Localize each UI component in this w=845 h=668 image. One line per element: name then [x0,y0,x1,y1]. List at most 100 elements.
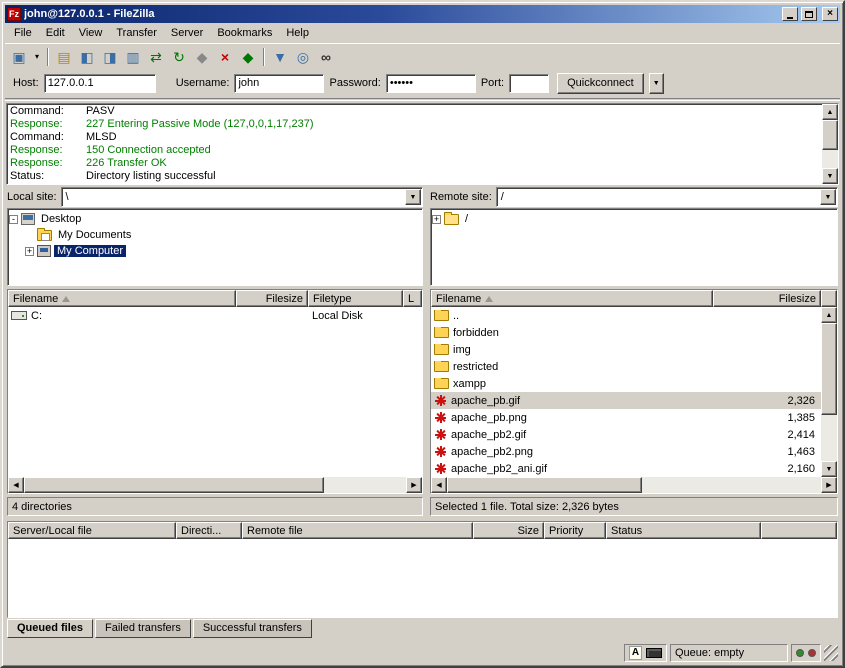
scroll-up-icon[interactable]: ▲ [821,307,837,323]
tree-item-my-documents[interactable]: My Documents [9,227,421,243]
binary-type-icon[interactable] [646,648,662,658]
file-type: Local Disk [308,310,403,322]
desktop-icon [21,213,35,225]
remote-file-row[interactable]: apache_pb2_ani.gif 2,160 [431,460,821,477]
remote-file-row[interactable]: xampp [431,375,821,392]
scroll-track[interactable] [822,120,838,168]
scroll-left-icon[interactable]: ◀ [8,477,24,493]
tree-item-desktop[interactable]: - Desktop [9,211,421,227]
scroll-track[interactable] [447,477,821,493]
resize-grip[interactable] [824,645,838,661]
minimize-button[interactable] [782,7,798,21]
username-input[interactable] [234,74,324,93]
host-input[interactable] [44,74,156,93]
menu-bookmarks[interactable]: Bookmarks [210,24,279,42]
remote-file-row[interactable]: restricted [431,358,821,375]
transfer-queue: Server/Local file Directi... Remote file… [7,521,838,618]
expand-icon[interactable]: + [432,215,441,224]
quickconnect-button[interactable]: Quickconnect [557,73,644,94]
remote-site-combobox[interactable]: / ▼ [496,187,838,207]
folder-icon [434,310,449,321]
remote-vertical-scrollbar[interactable]: ▲ ▼ [821,307,837,477]
tab-queued-files[interactable]: Queued files [7,619,93,638]
menu-server[interactable]: Server [164,24,210,42]
remote-horizontal-scrollbar[interactable]: ◀ ▶ [431,477,837,493]
refresh-icon[interactable]: ⇄ [145,46,167,68]
titlebar[interactable]: Fz john@127.0.0.1 - FileZilla × [5,5,840,23]
column-header-filetype[interactable]: Filetype [308,290,403,307]
password-input[interactable] [386,74,476,93]
process-queue-icon[interactable]: ↻ [168,46,190,68]
column-header-filename[interactable]: Filename [8,290,236,307]
remote-file-row[interactable]: apache_pb.png 1,385 [431,409,821,426]
log-vertical-scrollbar[interactable]: ▲ ▼ [822,104,838,184]
transfer-queue-icon[interactable]: ▥ [122,46,144,68]
tab-failed-transfers[interactable]: Failed transfers [95,619,191,638]
scroll-thumb[interactable] [447,477,642,493]
quickconnect-dropdown-icon[interactable]: ▼ [649,73,664,94]
queue-body[interactable] [8,539,837,617]
column-header-direction[interactable]: Directi... [176,522,242,539]
remote-file-row[interactable]: .. [431,307,821,324]
scroll-right-icon[interactable]: ▶ [406,477,422,493]
column-header-remote-file[interactable]: Remote file [242,522,473,539]
log-line: Response:226 Transfer OK [10,157,819,170]
scroll-track[interactable] [24,477,406,493]
chevron-down-icon[interactable]: ▼ [820,189,836,205]
find-icon[interactable]: ∞ [315,46,337,68]
local-file-row[interactable]: C: Local Disk [8,307,422,324]
reconnect-icon[interactable]: ◆ [237,46,259,68]
remote-file-row[interactable]: img [431,341,821,358]
column-header-filename[interactable]: Filename [431,290,713,307]
remote-file-row[interactable]: forbidden [431,324,821,341]
menu-view[interactable]: View [72,24,110,42]
column-header-filesize[interactable]: Filesize [236,290,308,307]
scroll-thumb[interactable] [24,477,324,493]
menu-help[interactable]: Help [279,24,316,42]
filter-icon[interactable]: ▼ [269,46,291,68]
chevron-down-icon[interactable]: ▼ [405,189,421,205]
scroll-right-icon[interactable]: ▶ [821,477,837,493]
scroll-down-icon[interactable]: ▼ [821,461,837,477]
expand-icon[interactable]: + [25,247,34,256]
remote-file-row[interactable]: apache_pb2.png 1,463 [431,443,821,460]
separator-groove [5,98,840,101]
menu-transfer[interactable]: Transfer [109,24,164,42]
column-header-filesize[interactable]: Filesize [713,290,821,307]
site-manager-dropdown-icon[interactable]: ▾ [31,46,43,68]
column-header-last-modified[interactable]: L [403,290,422,307]
menu-file[interactable]: File [7,24,39,42]
remote-file-row-selected[interactable]: apache_pb.gif 2,326 [431,392,821,409]
tree-item-my-computer[interactable]: + My Computer [9,243,421,259]
remote-tree-icon[interactable]: ◨ [99,46,121,68]
tab-successful-transfers[interactable]: Successful transfers [193,619,312,638]
scroll-thumb[interactable] [822,120,838,150]
scroll-track[interactable] [821,323,837,461]
scroll-left-icon[interactable]: ◀ [431,477,447,493]
broken-image-icon [434,411,447,424]
close-button[interactable]: × [822,7,838,21]
scroll-up-icon[interactable]: ▲ [822,104,838,120]
compare-icon[interactable]: ◎ [292,46,314,68]
column-header-status[interactable]: Status [606,522,761,539]
maximize-button[interactable] [801,7,817,21]
column-header-size[interactable]: Size [473,522,544,539]
remote-file-row[interactable]: apache_pb2.gif 2,414 [431,426,821,443]
local-horizontal-scrollbar[interactable]: ◀ ▶ [8,477,422,493]
message-log-icon[interactable]: ▤ [53,46,75,68]
menu-edit[interactable]: Edit [39,24,72,42]
scroll-thumb[interactable] [821,323,837,415]
tree-item-root[interactable]: + / [432,211,836,227]
column-header-priority[interactable]: Priority [544,522,606,539]
site-manager-icon[interactable]: ▣ [8,46,30,68]
port-input[interactable] [509,74,549,93]
cancel-icon[interactable]: × [214,46,236,68]
column-header-server-local-file[interactable]: Server/Local file [8,522,176,539]
disconnect-icon[interactable]: ◆ [191,46,213,68]
collapse-icon[interactable]: - [9,215,18,224]
receive-led-icon [796,649,804,657]
ascii-type-icon[interactable]: A [629,646,642,660]
local-site-combobox[interactable]: \ ▼ [61,187,423,207]
local-tree-icon[interactable]: ◧ [76,46,98,68]
scroll-down-icon[interactable]: ▼ [822,168,838,184]
